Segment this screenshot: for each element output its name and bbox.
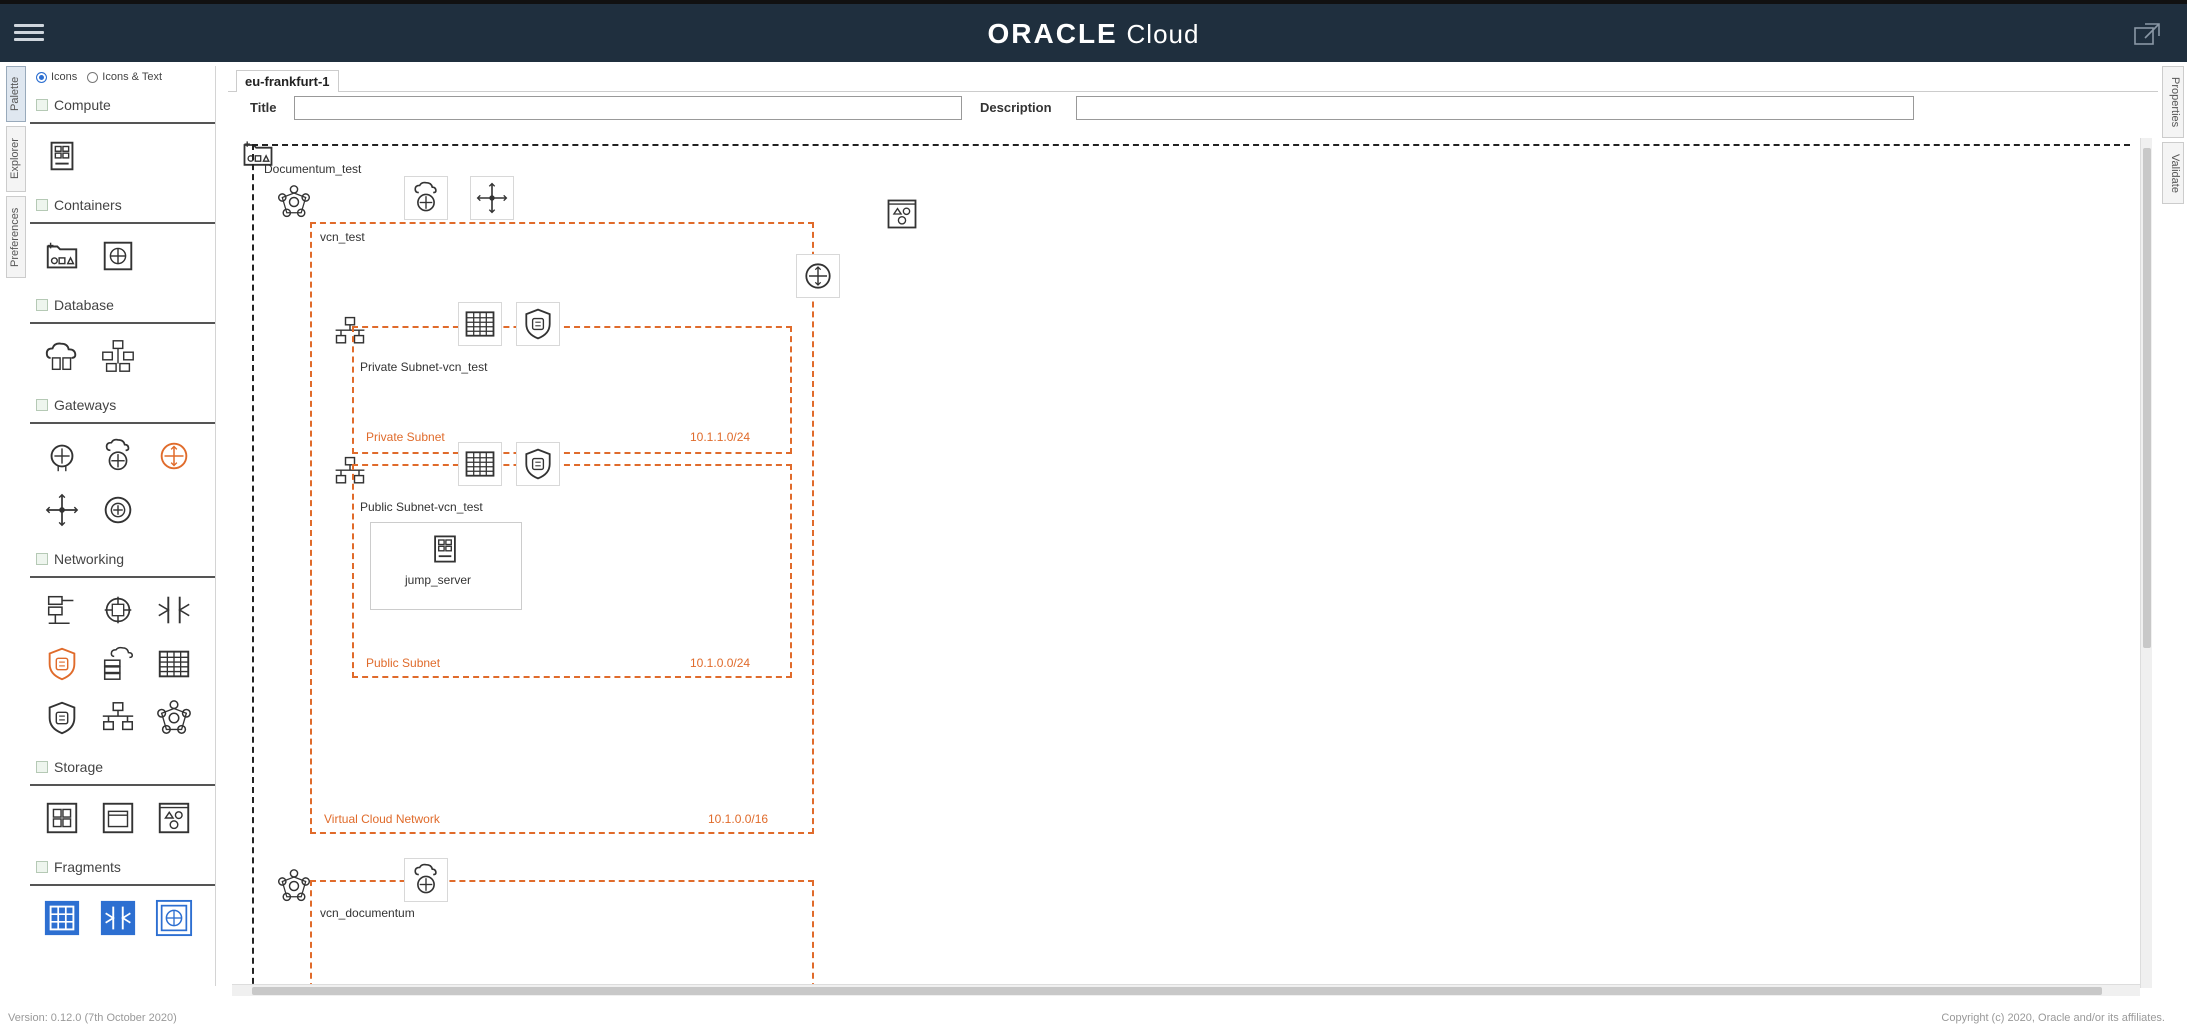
instance-node[interactable]: jump_server bbox=[370, 522, 522, 610]
object-storage-icon[interactable] bbox=[152, 796, 196, 840]
title-input[interactable] bbox=[294, 96, 962, 120]
virtual-cloud-network-icon[interactable] bbox=[152, 696, 196, 740]
compartment-name: Documentum_test bbox=[264, 162, 362, 176]
fragment-peering-icon[interactable] bbox=[96, 896, 140, 940]
section-fragments-label: Fragments bbox=[54, 859, 121, 875]
network-firewall-icon[interactable] bbox=[40, 696, 84, 740]
fragment-domain-icon[interactable] bbox=[152, 896, 196, 940]
designer-canvas-area: eu-frankfurt-1 Title Description Documen… bbox=[228, 66, 2158, 994]
tab-properties[interactable]: Properties bbox=[2162, 66, 2184, 138]
public-nsg-icon[interactable] bbox=[516, 442, 560, 486]
section-fragments[interactable]: Fragments bbox=[30, 850, 215, 886]
palette-panel: Icons Icons & Text Compute Containers Da… bbox=[30, 66, 216, 986]
file-storage-icon[interactable] bbox=[96, 796, 140, 840]
vcn-cidr: 10.1.0.0/16 bbox=[708, 812, 769, 826]
vcn-footer-label: Virtual Cloud Network bbox=[324, 812, 440, 826]
dynamic-routing-gateway-icon[interactable] bbox=[96, 488, 140, 532]
private-nsg-icon[interactable] bbox=[516, 302, 560, 346]
vcn-documentum-name: vcn_documentum bbox=[320, 906, 415, 920]
tab-validate[interactable]: Validate bbox=[2162, 142, 2184, 204]
internet-gateway-icon[interactable] bbox=[40, 434, 84, 478]
section-compute-label: Compute bbox=[54, 97, 111, 113]
remote-peering-icon[interactable] bbox=[152, 588, 196, 632]
autonomous-database-icon[interactable] bbox=[40, 334, 84, 378]
brand-logo: ORACLE Cloud bbox=[0, 18, 2187, 50]
section-compute[interactable]: Compute bbox=[30, 88, 215, 124]
service-gateway-icon[interactable] bbox=[96, 434, 140, 478]
public-subnet-footer-label: Public Subnet bbox=[366, 656, 441, 670]
vcn-documentum-container[interactable] bbox=[310, 880, 814, 994]
section-database[interactable]: Database bbox=[30, 288, 215, 324]
subnet-icon[interactable] bbox=[96, 696, 140, 740]
section-database-label: Database bbox=[54, 297, 114, 313]
vcn-documentum-service-gateway-icon[interactable] bbox=[404, 858, 448, 902]
tab-preferences[interactable]: Preferences bbox=[6, 196, 26, 278]
load-balancer-icon[interactable] bbox=[40, 588, 84, 632]
description-input[interactable] bbox=[1076, 96, 1914, 120]
section-containers[interactable]: Containers bbox=[30, 188, 215, 224]
copyright-text: Copyright (c) 2020, Oracle and/or its af… bbox=[1941, 1012, 2165, 1024]
private-subnet-name: Private Subnet-vcn_test bbox=[360, 360, 488, 374]
top-header: ORACLE Cloud bbox=[0, 0, 2187, 62]
availability-domain-icon[interactable] bbox=[96, 234, 140, 278]
instance-server-icon bbox=[423, 527, 467, 571]
version-text: Version: 0.12.0 (7th October 2020) bbox=[8, 1012, 177, 1024]
object-storage-icon[interactable] bbox=[880, 192, 924, 236]
route-table-icon[interactable] bbox=[96, 642, 140, 686]
private-security-list-icon[interactable] bbox=[458, 302, 502, 346]
private-subnet-cidr: 10.1.1.0/24 bbox=[690, 430, 751, 444]
private-subnet-footer-label: Private Subnet bbox=[366, 430, 445, 444]
fragment-grid-icon[interactable] bbox=[40, 896, 84, 940]
section-storage-label: Storage bbox=[54, 759, 104, 775]
left-tab-strip: Palette Explorer Preferences bbox=[6, 66, 28, 296]
region-tab-bar: eu-frankfurt-1 bbox=[228, 66, 2158, 92]
network-security-group-icon[interactable] bbox=[40, 642, 84, 686]
public-subnet-name: Public Subnet-vcn_test bbox=[360, 500, 483, 514]
block-storage-icon[interactable] bbox=[40, 796, 84, 840]
radio-icons-text[interactable] bbox=[87, 71, 99, 83]
tab-palette[interactable]: Palette bbox=[6, 66, 26, 122]
section-networking-label: Networking bbox=[54, 551, 125, 567]
radio-icons-label: Icons bbox=[51, 71, 78, 83]
database-system-icon[interactable] bbox=[96, 334, 140, 378]
public-security-list-icon[interactable] bbox=[458, 442, 502, 486]
section-storage[interactable]: Storage bbox=[30, 750, 215, 786]
security-list-icon[interactable] bbox=[152, 642, 196, 686]
vcn-icon[interactable] bbox=[272, 180, 316, 224]
local-peering-gateway-icon[interactable] bbox=[470, 176, 514, 220]
vcn-name: vcn_test bbox=[320, 230, 365, 244]
service-gateway-icon[interactable] bbox=[404, 176, 448, 220]
horizontal-scroll-thumb[interactable] bbox=[252, 987, 2102, 995]
compartment-icon[interactable] bbox=[40, 234, 84, 278]
diagram-canvas[interactable]: Documentum_test vcn_test Virtual Cloud N… bbox=[232, 134, 2132, 994]
brand-light-text: Cloud bbox=[1126, 19, 1200, 49]
title-label: Title bbox=[250, 100, 277, 115]
diagram-meta-row: Title Description bbox=[228, 96, 1928, 124]
section-networking[interactable]: Networking bbox=[30, 542, 215, 578]
section-gateways[interactable]: Gateways bbox=[30, 388, 215, 424]
section-gateways-label: Gateways bbox=[54, 397, 117, 413]
tab-explorer[interactable]: Explorer bbox=[6, 126, 26, 192]
radio-icons[interactable] bbox=[36, 71, 47, 83]
horizontal-scrollbar[interactable] bbox=[232, 984, 2140, 996]
vertical-scrollbar[interactable] bbox=[2140, 138, 2152, 988]
instance-name: jump_server bbox=[405, 573, 472, 587]
drg-attachment-icon[interactable] bbox=[96, 588, 140, 632]
view-mode-options: Icons Icons & Text bbox=[30, 66, 215, 88]
local-peering-gateway-icon[interactable] bbox=[40, 488, 84, 532]
instance-icon[interactable] bbox=[40, 134, 84, 178]
vertical-scroll-thumb[interactable] bbox=[2143, 148, 2151, 648]
tab-region[interactable]: eu-frankfurt-1 bbox=[236, 70, 339, 92]
nat-gateway-icon[interactable] bbox=[796, 254, 840, 298]
description-label: Description bbox=[980, 100, 1052, 115]
brand-bold-text: ORACLE bbox=[987, 18, 1118, 49]
nat-gateway-icon[interactable] bbox=[152, 434, 196, 478]
radio-icons-text-label: Icons & Text bbox=[102, 71, 163, 83]
section-containers-label: Containers bbox=[54, 197, 122, 213]
external-link-icon[interactable] bbox=[2133, 22, 2161, 46]
public-subnet-cidr: 10.1.0.0/24 bbox=[690, 656, 751, 670]
